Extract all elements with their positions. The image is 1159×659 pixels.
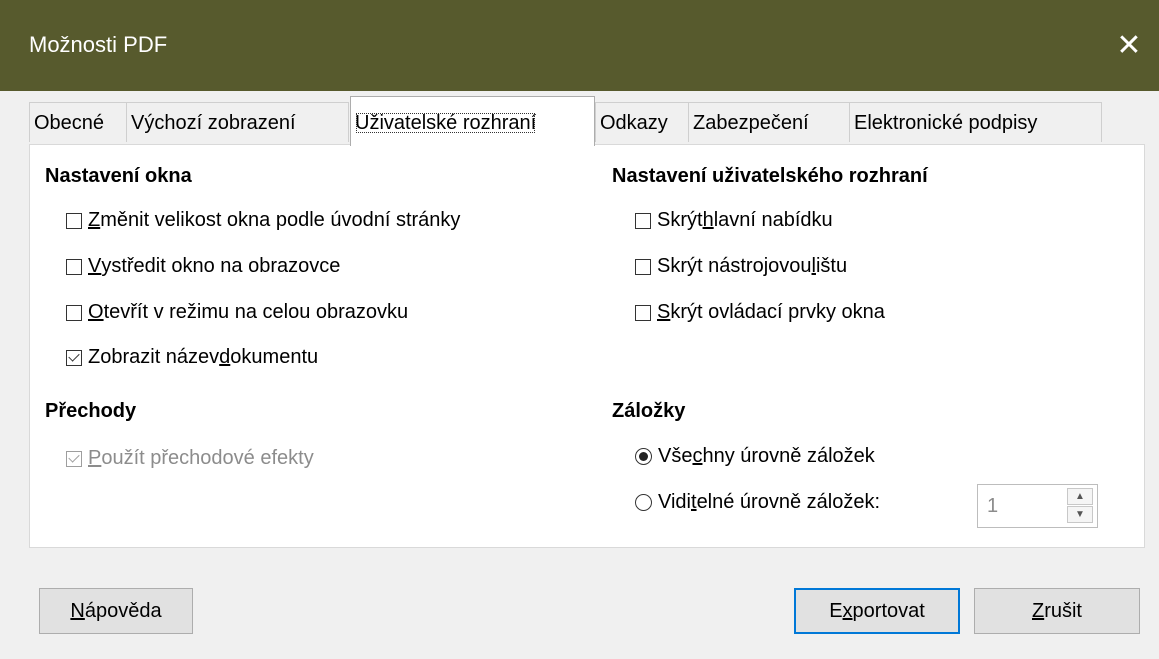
tab-security[interactable]: Zabezpečení [688,102,850,142]
spin-up-icon[interactable]: ▲ [1067,488,1093,505]
window-title: Možnosti PDF [29,32,168,57]
close-icon[interactable]: ✕ [1099,0,1159,91]
resize-window-checkbox[interactable]: Změnit velikost okna podle úvodní stránk… [66,209,460,232]
hide-window-controls-checkbox[interactable]: Skrýt ovládací prvky okna [635,301,885,324]
title-bar: Možnosti PDF ✕ [0,0,1159,91]
help-button[interactable]: Nápověda [39,588,193,634]
checkbox-box[interactable] [66,258,82,275]
center-window-checkbox[interactable]: Vystředit okno na obrazovce [66,255,340,278]
bookmark-levels-spinbox[interactable]: 1 ▲ ▼ [977,484,1098,528]
checkbox-box[interactable] [635,304,651,321]
use-transitions-checkbox: Použít přechodové efekty [66,447,314,470]
hide-toolbar-checkbox[interactable]: Skrýt nástrojovou l ištu [635,255,847,278]
tab-user-interface[interactable]: Uživatelské rozhraní [350,96,595,146]
checkbox-box[interactable] [66,304,82,321]
cancel-button[interactable]: Zrušit [974,588,1140,634]
tab-digital-signatures[interactable]: Elektronické podpisy [849,102,1102,142]
visible-bookmark-levels-radio[interactable]: Vidi t elné úrovně záložek: [635,491,880,514]
fullscreen-checkbox[interactable]: Otevřít v režimu na celou obrazovku [66,301,408,324]
checkbox-box-checked [66,450,82,467]
spinbox-value[interactable]: 1 [987,495,998,518]
checkbox-box[interactable] [635,212,651,229]
checkbox-box[interactable] [66,212,82,229]
all-bookmark-levels-radio[interactable]: Vše c hny úrovně záložek [635,445,875,468]
tab-initial-view[interactable]: Výchozí zobrazení [126,102,349,142]
radio-selected[interactable] [635,448,652,465]
radio-unselected[interactable] [635,494,652,511]
checkbox-box[interactable] [635,258,651,275]
bookmarks-heading: Záložky [612,400,686,422]
export-button[interactable]: Ex portovat [794,588,960,634]
hide-menubar-checkbox[interactable]: Skrýt h lavní nabídku [635,209,833,232]
transitions-heading: Přechody [45,400,137,422]
tab-links[interactable]: Odkazy [595,102,689,142]
tab-general[interactable]: Obecné [29,102,127,142]
ui-settings-heading: Nastavení uživatelského rozhraní [612,165,928,187]
spin-down-icon[interactable]: ▼ [1067,506,1093,523]
checkbox-box-checked[interactable] [66,349,82,366]
display-doc-title-checkbox[interactable]: Zobrazit název d okumentu [66,346,318,369]
window-settings-heading: Nastavení okna [45,165,192,187]
